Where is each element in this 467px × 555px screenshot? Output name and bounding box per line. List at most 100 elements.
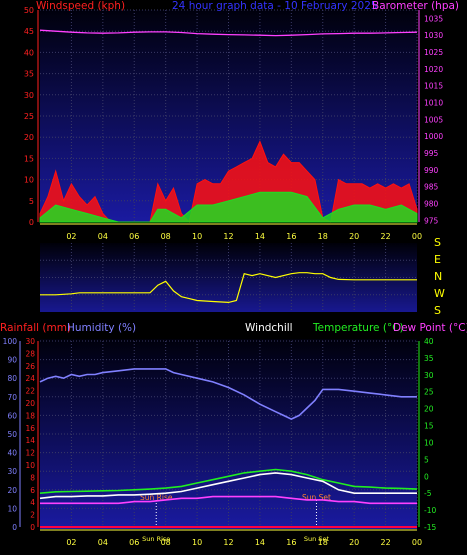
tick-label: 60: [7, 411, 17, 420]
chart-title: 24 hour graph data - 10 February 2025: [172, 0, 378, 12]
tick-label: 22: [380, 232, 390, 241]
tick-label: 10: [7, 504, 17, 513]
compass-label: N: [434, 270, 442, 283]
rainfall-axis-label: Rainfall (mm): [0, 322, 71, 334]
tick-label: -15: [424, 523, 436, 532]
temp-humidity-panel: 0102030405060708090100 02468101214161820…: [0, 322, 467, 547]
tick-label: 4: [30, 498, 35, 507]
tick-label: 30: [24, 91, 34, 100]
sun-event-label: Sun Rise: [142, 535, 170, 543]
tick-label: 16: [286, 232, 296, 241]
tick-label: 20: [24, 133, 34, 142]
tick-label: 5: [29, 197, 34, 206]
tick-label: 10: [24, 176, 34, 185]
tick-label: 30: [424, 371, 434, 380]
tick-label: 10: [424, 438, 434, 447]
tick-label: 1025: [424, 48, 443, 57]
tick-label: 70: [7, 393, 17, 402]
tick-label: 100: [3, 337, 18, 346]
tick-label: 45: [24, 27, 34, 36]
tick-label: 40: [24, 48, 34, 57]
tick-label: 35: [424, 354, 434, 363]
compass-label: E: [434, 253, 441, 266]
tick-label: 0: [29, 218, 34, 227]
tick-label: 40: [424, 337, 434, 346]
tick-label: 5: [424, 455, 429, 464]
tick-label: 20: [7, 486, 17, 495]
windspeed-axis-label: Windspeed (kph): [36, 0, 125, 12]
tick-label: 08: [161, 232, 171, 241]
tick-label: 16: [286, 538, 296, 547]
tick-label: 22: [25, 387, 35, 396]
tick-label: 0: [12, 523, 17, 532]
tick-label: 1000: [424, 132, 443, 141]
tick-label: 22: [380, 538, 390, 547]
barometer-axis: 975 980 985 990 995 1000 1005 1010 1015 1020 1025 1…: [418, 10, 443, 225]
tick-label: 12: [25, 449, 35, 458]
tick-label: 24: [25, 374, 35, 383]
tick-label: 14: [25, 436, 35, 445]
tick-label: 04: [98, 538, 108, 547]
tick-label: 02: [66, 232, 76, 241]
tick-label: 990: [424, 166, 439, 175]
tick-label: 30: [7, 467, 17, 476]
tick-label: 90: [7, 356, 17, 365]
humidity-axis: 0 10 20 30 40 50 60 70 80 90 100: [3, 337, 21, 532]
tick-label: 1015: [424, 82, 443, 91]
tick-label: 1020: [424, 65, 443, 74]
time-axis-top: 02 04 06 08 10 12 14 16 18 20 22 00: [40, 223, 422, 241]
tick-label: -5: [424, 489, 432, 498]
tick-label: 40: [7, 449, 17, 458]
tick-label: 975: [424, 216, 439, 225]
compass-label: S: [434, 304, 441, 317]
tick-label: 10: [25, 461, 35, 470]
tick-label: 2: [30, 511, 35, 520]
tick-label: 25: [424, 388, 434, 397]
tick-label: 10: [192, 232, 202, 241]
tick-label: 14: [255, 538, 265, 547]
tick-label: 1030: [424, 31, 443, 40]
rainfall-axis: 024681012141618202224262830: [25, 337, 39, 532]
tick-label: 20: [25, 399, 35, 408]
temperature-axis-label: Temperature (°C): [312, 322, 404, 334]
tick-label: 0: [424, 472, 429, 481]
tick-label: 1010: [424, 99, 443, 108]
tick-label: 20: [349, 232, 359, 241]
tick-label: 80: [7, 374, 17, 383]
tick-label: 12: [223, 232, 233, 241]
tick-label: 18: [318, 232, 328, 241]
sun-event-label: Sun Set: [304, 535, 330, 543]
weather-graph: 05101520253035404550 9759809859909951000…: [0, 0, 467, 547]
tick-label: 14: [255, 232, 265, 241]
windchill-label: Windchill: [245, 322, 293, 334]
compass-labels: SENWS: [434, 236, 445, 317]
tick-label: 30: [25, 337, 35, 346]
windspeed-axis: 0 5 10 15 20 25 30 35 40 45 50: [24, 6, 39, 227]
tick-label: 20: [349, 538, 359, 547]
tick-label: 8: [30, 473, 35, 482]
tick-label: 995: [424, 149, 439, 158]
tick-label: 15: [24, 154, 34, 163]
tick-label: 6: [30, 486, 35, 495]
tick-label: 980: [424, 199, 439, 208]
tick-label: 10: [192, 538, 202, 547]
tick-label: 12: [223, 538, 233, 547]
barometer-axis-label: Barometer (hpa): [372, 0, 459, 12]
tick-label: 00: [412, 232, 422, 241]
wind-direction-panel: SENWS: [40, 236, 445, 317]
tick-label: 06: [129, 538, 139, 547]
tick-label: 1005: [424, 115, 443, 124]
wind-barometer-panel: 05101520253035404550 9759809859909951000…: [24, 0, 459, 241]
tick-label: 35: [24, 70, 34, 79]
tick-label: 06: [129, 232, 139, 241]
tick-label: -10: [424, 506, 436, 515]
tick-label: 15: [424, 422, 434, 431]
temperature-axis: -15 -10 -5 0 5 10 15 20 25 30 35 40: [418, 337, 436, 532]
tick-label: 04: [98, 232, 108, 241]
tick-label: 00: [412, 538, 422, 547]
tick-label: 1035: [424, 14, 443, 23]
tick-label: 16: [25, 424, 35, 433]
tick-label: 50: [7, 430, 17, 439]
tick-label: 02: [66, 538, 76, 547]
tick-label: 0: [30, 523, 35, 532]
